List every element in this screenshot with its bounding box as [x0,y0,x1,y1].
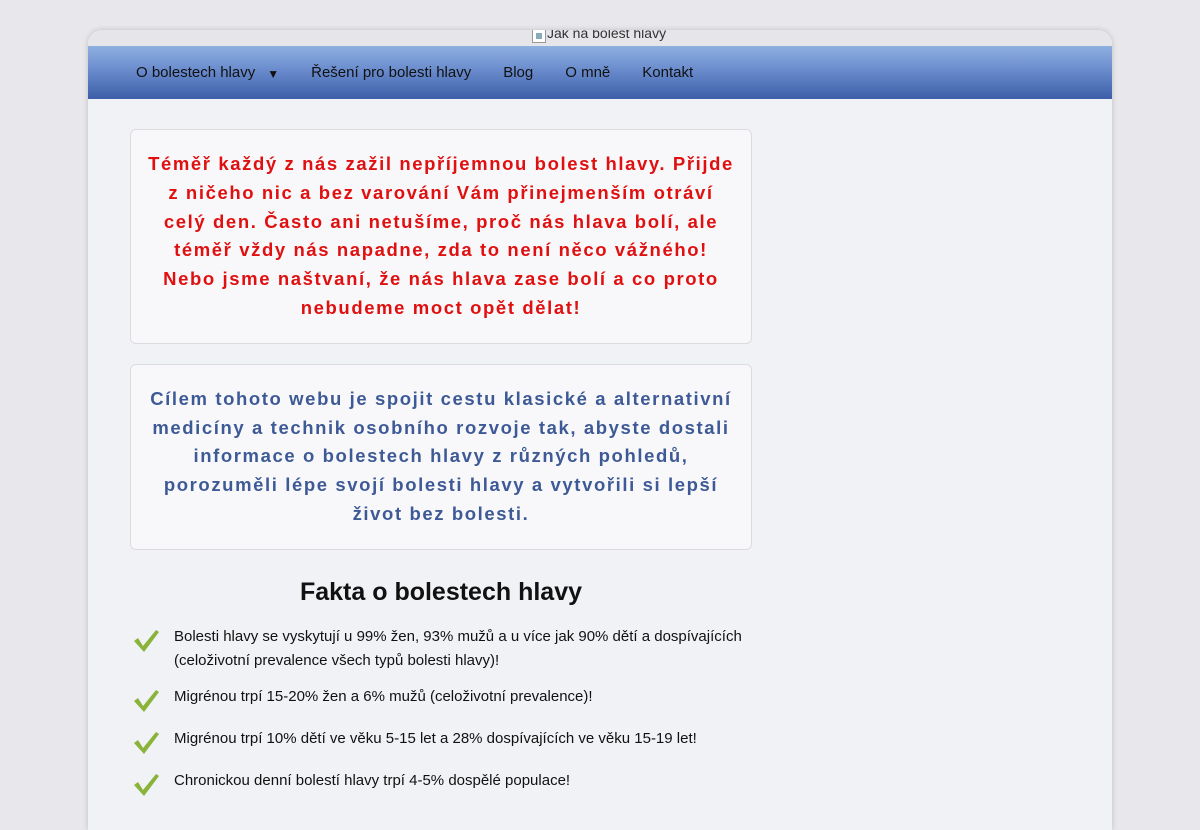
nav-item-reseni[interactable]: Řešení pro bolesti hlavy [295,46,487,99]
checkmark-icon [130,625,174,655]
nav-item-label: Řešení pro bolesti hlavy [311,64,472,81]
dropdown-arrow-icon[interactable]: ▼ [267,67,279,81]
checkmark-icon [130,727,174,757]
fact-item: Migrénou trpí 15-20% žen a 6% mužů (celo… [130,685,752,715]
broken-image-icon [532,30,546,43]
main-content: Téměř každý z nás zažil nepříjemnou bole… [130,129,752,811]
facts-heading: Fakta o bolestech hlavy [299,577,583,606]
nav-item-label: Kontakt [642,64,694,81]
nav-item-o-bolestech-hlavy[interactable]: O bolestech hlavy ▼ [88,46,295,99]
checkmark-icon [130,685,174,715]
page-container: Jak na bolest hlavy O bolestech hlavy ▼ … [88,30,1112,830]
nav-item-label: Blog [503,64,534,81]
nav-item-label: O bolestech hlavy [136,64,256,81]
nav-item-label: O mně [565,64,611,81]
main-navigation: O bolestech hlavy ▼ Řešení pro bolesti h… [88,46,1112,99]
fact-text: Chronickou denní bolestí hlavy trpí 4-5%… [174,771,571,789]
nav-item-o-mne[interactable]: O mně [549,46,626,99]
intro-box: Téměř každý z nás zažil nepříjemnou bole… [130,129,752,344]
fact-text: Bolesti hlavy se vyskytují u 99% žen, 93… [174,627,742,669]
fact-item: Migrénou trpí 10% dětí ve věku 5-15 let … [130,727,752,757]
nav-item-blog[interactable]: Blog [487,46,549,99]
fact-item: Chronickou denní bolestí hlavy trpí 4-5%… [130,769,752,799]
site-logo[interactable]: Jak na bolest hlavy [532,30,666,44]
mission-box: Cílem tohoto webu je spojit cestu klasic… [130,363,752,550]
checkmark-icon [130,769,174,799]
logo-alt-text: Jak na bolest hlavy [547,30,667,41]
fact-item: Bolesti hlavy se vyskytují u 99% žen, 93… [130,625,752,673]
fact-text: Migrénou trpí 15-20% žen a 6% mužů (celo… [174,687,593,705]
fact-text: Migrénou trpí 10% dětí ve věku 5-15 let … [174,729,697,747]
nav-item-kontakt[interactable]: Kontakt [626,46,709,99]
